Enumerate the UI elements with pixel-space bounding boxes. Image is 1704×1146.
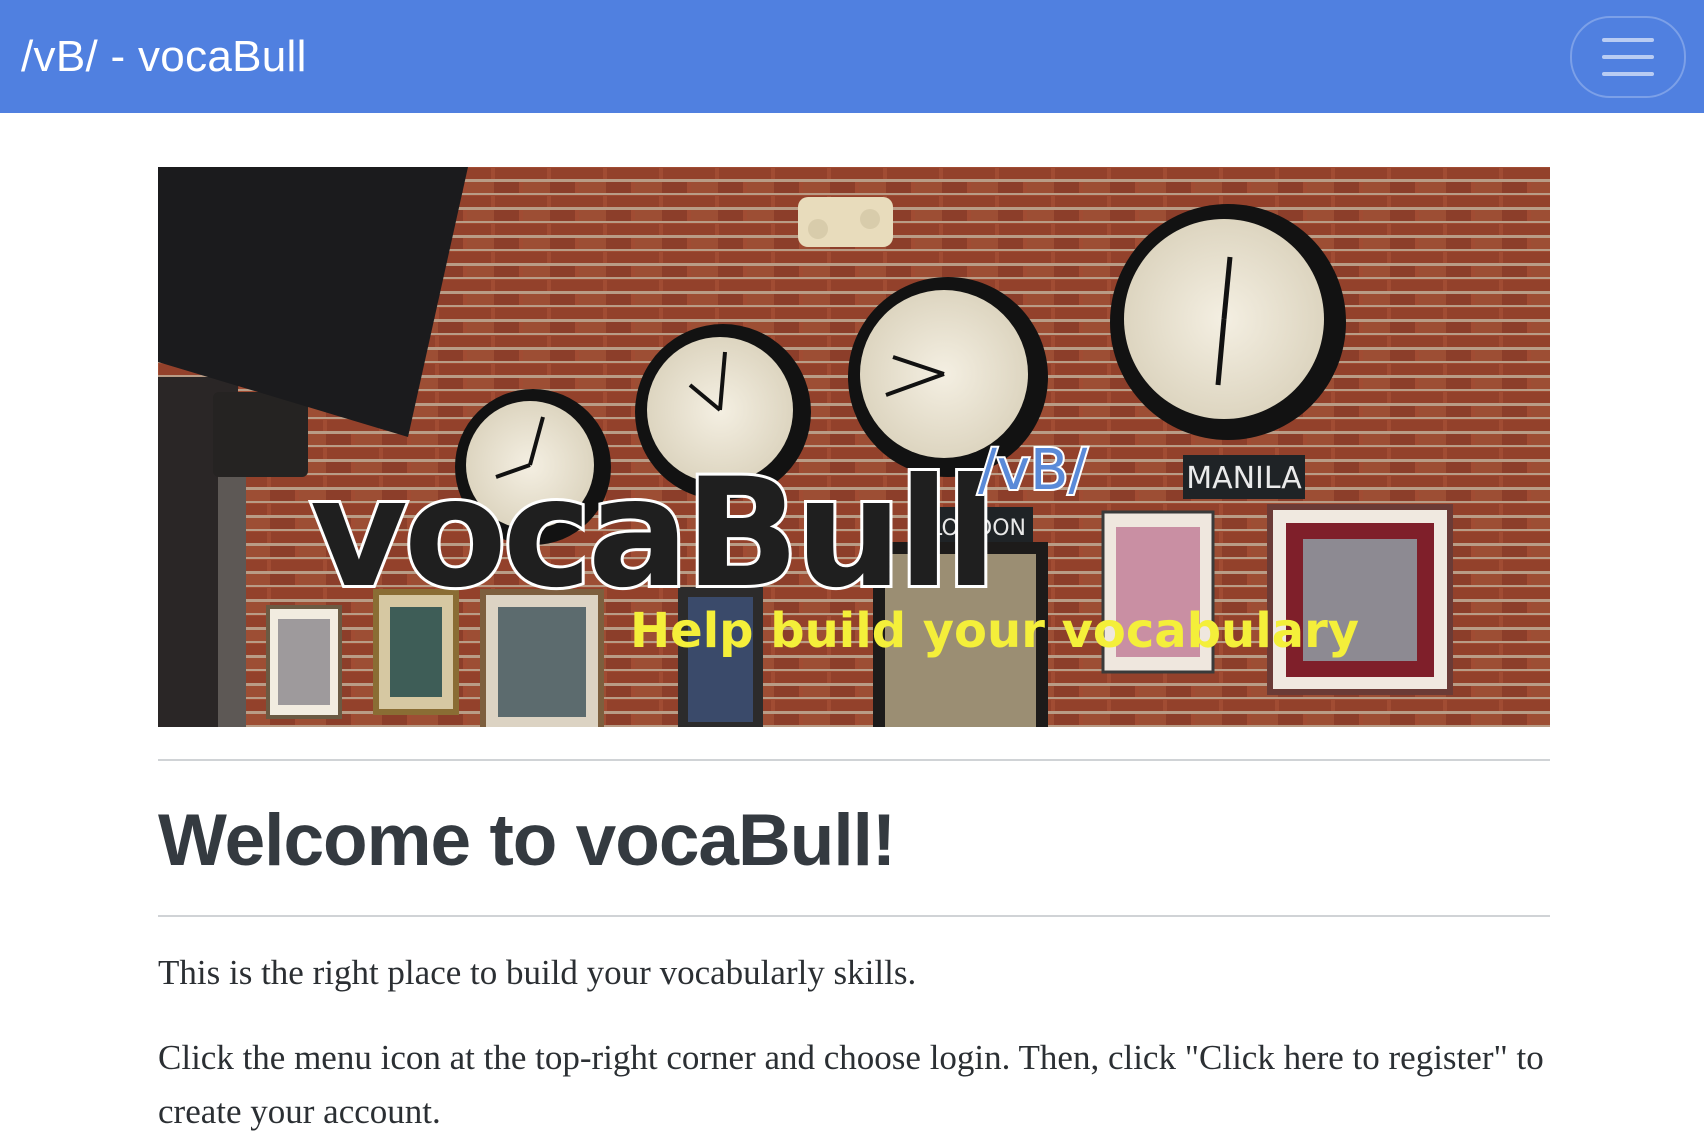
menu-toggle-button[interactable] xyxy=(1570,15,1686,98)
main-content: MANILA LONDON vocaBull /vB/ Help build y… xyxy=(158,167,1550,1139)
wall-clock-4 xyxy=(1110,204,1346,440)
instructions-paragraph: Click the menu icon at the top-right cor… xyxy=(158,1038,1544,1131)
logo-text: vocaBull xyxy=(310,447,993,621)
hamburger-menu-icon xyxy=(1602,37,1654,76)
hero-tagline: Help build your vocabulary xyxy=(630,603,1359,659)
divider-top xyxy=(158,759,1550,761)
intro-paragraph: This is the right place to build your vo… xyxy=(158,953,917,992)
divider-bottom xyxy=(158,915,1550,917)
navbar-brand[interactable]: /vB/ - vocaBull xyxy=(21,32,307,82)
logo-tag: /vB/ xyxy=(978,438,1087,503)
page-title: Welcome to vocaBull! xyxy=(158,800,896,881)
top-navbar: /vB/ - vocaBull xyxy=(0,0,1704,113)
hero-banner-image: MANILA LONDON vocaBull /vB/ Help build y… xyxy=(158,167,1550,727)
city-sign-manila: MANILA xyxy=(1186,461,1302,496)
